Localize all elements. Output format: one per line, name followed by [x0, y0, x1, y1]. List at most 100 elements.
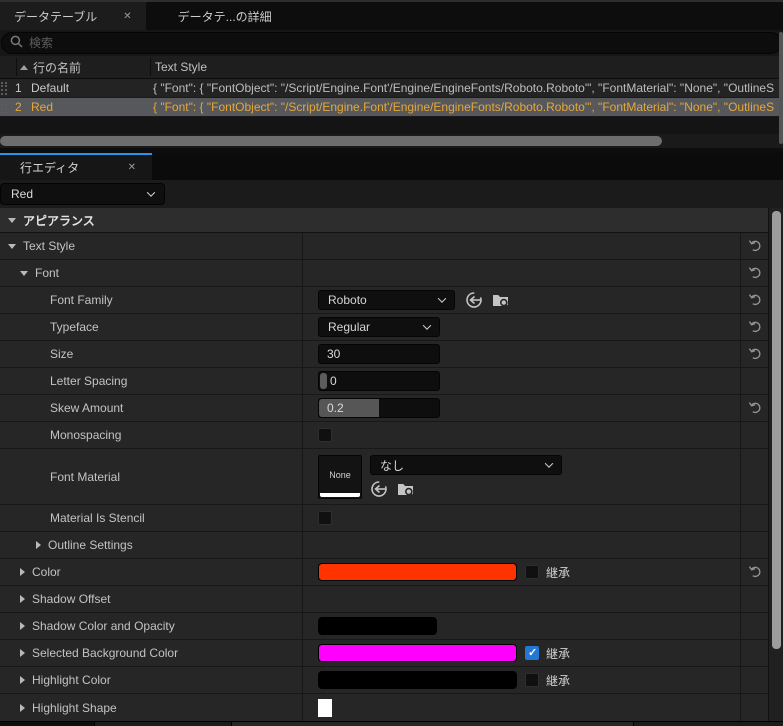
- chevron-down-icon: [422, 321, 432, 330]
- expander-right-icon[interactable]: [20, 595, 25, 603]
- details-vertical-scrollbar-thumb[interactable]: [772, 211, 781, 649]
- column-header-row-name[interactable]: 行の名前: [20, 59, 81, 76]
- expander-down-icon[interactable]: [8, 217, 16, 223]
- row-name: Default: [31, 81, 70, 95]
- reset-to-default-button[interactable]: [740, 559, 768, 585]
- highlight-inherit-checkbox[interactable]: [525, 673, 539, 687]
- color-swatch[interactable]: [318, 563, 517, 581]
- size-input[interactable]: 30: [318, 344, 440, 364]
- font-material-value: なし: [380, 458, 405, 473]
- horizontal-scrollbar[interactable]: [0, 134, 783, 148]
- close-icon[interactable]: ✕: [123, 11, 131, 22]
- material-thumbnail-color-bar: [320, 492, 360, 497]
- expander-right-icon[interactable]: [20, 649, 25, 657]
- highlight-color-swatch[interactable]: [318, 671, 517, 689]
- column-divider: [16, 58, 17, 76]
- drag-handle-icon[interactable]: [1, 100, 7, 114]
- prop-label-monospacing: Monospacing: [50, 428, 122, 442]
- expander-right-icon[interactable]: [20, 568, 25, 576]
- search-box[interactable]: [1, 32, 782, 54]
- material-thumbnail[interactable]: None: [318, 454, 362, 499]
- chevron-down-icon: [437, 294, 447, 303]
- shadow-color-swatch[interactable]: [318, 617, 437, 635]
- reset-to-default-button[interactable]: [740, 395, 768, 421]
- column-divider[interactable]: [150, 58, 151, 76]
- tab-row-editor[interactable]: 行エディタ ✕: [0, 153, 152, 180]
- prop-label-font-family: Font Family: [50, 293, 113, 307]
- typeface-dropdown[interactable]: Regular: [318, 317, 440, 337]
- typeface-value: Regular: [328, 320, 371, 334]
- chevron-down-icon: [146, 188, 156, 197]
- reset-to-default-button[interactable]: [740, 260, 768, 286]
- font-material-dropdown[interactable]: なし: [370, 455, 562, 475]
- sort-ascending-icon: [20, 64, 28, 70]
- prop-label-font: Font: [35, 266, 60, 280]
- tab-datatable[interactable]: データテーブル ✕: [0, 2, 146, 30]
- category-appearance-label: アピアランス: [23, 213, 95, 228]
- table-vertical-scrollbar[interactable]: [779, 32, 783, 144]
- reset-to-default-button[interactable]: [740, 233, 768, 259]
- close-icon[interactable]: ✕: [128, 162, 136, 173]
- tab-datatable-label: データテーブル: [14, 9, 98, 24]
- prop-label-font-material: Font Material: [50, 469, 121, 484]
- unreal-datatable-editor: データテーブル ✕ データテ...の詳細 行の名前 Text Style 1 D…: [0, 0, 783, 726]
- horizontal-scrollbar-thumb[interactable]: [0, 136, 662, 146]
- reset-to-default-button[interactable]: [740, 341, 768, 367]
- prop-row-size: Size 30: [0, 341, 768, 368]
- use-selected-asset-button[interactable]: [370, 480, 388, 498]
- highlight-shape-swatch[interactable]: [318, 698, 332, 717]
- prop-row-highlight-color: Highlight Color 継承: [0, 667, 768, 694]
- row-number: 1: [15, 81, 22, 95]
- search-input[interactable]: [29, 36, 773, 50]
- prop-label-color: Color: [32, 565, 61, 579]
- expander-right-icon[interactable]: [20, 676, 25, 684]
- expander-down-icon[interactable]: [8, 243, 16, 249]
- drag-handle-icon[interactable]: [1, 81, 7, 95]
- letter-spacing-slider-input[interactable]: 0: [318, 371, 440, 391]
- slider-handle[interactable]: [320, 373, 327, 389]
- prop-label-highlight-color: Highlight Color: [32, 673, 111, 687]
- prop-label-text-style: Text Style: [23, 239, 76, 253]
- expander-right-icon[interactable]: [20, 622, 25, 630]
- roweditor-tabbar: 行エディタ ✕: [0, 153, 783, 180]
- prop-row-letter-spacing: Letter Spacing 0: [0, 368, 768, 395]
- reset-to-default-button[interactable]: [740, 314, 768, 340]
- font-family-dropdown[interactable]: Roboto: [318, 290, 455, 310]
- table-empty-area: [0, 117, 783, 134]
- skew-amount-slider-input[interactable]: 0.2: [318, 398, 440, 418]
- expander-right-icon[interactable]: [20, 703, 25, 712]
- expander-down-icon[interactable]: [20, 270, 28, 276]
- prop-row-font-family: Font Family Roboto: [0, 287, 768, 314]
- selected-bg-color-swatch[interactable]: [318, 644, 517, 662]
- tab-datatable-details-label: データテ...の詳細: [177, 9, 272, 24]
- material-is-stencil-checkbox[interactable]: [318, 511, 332, 525]
- selected-bg-inherit-checkbox[interactable]: [525, 646, 539, 660]
- expander-right-icon[interactable]: [36, 541, 41, 549]
- prop-row-font-material: Font Material None なし: [0, 449, 768, 505]
- row-number: 2: [15, 100, 22, 114]
- details-vertical-scrollbar[interactable]: [768, 208, 783, 721]
- column-row-name-label: 行の名前: [33, 60, 82, 75]
- prop-row-font: Font: [0, 260, 768, 287]
- details-panel: アピアランス Text Style Font Font Family Robot…: [0, 208, 783, 721]
- column-header-text-style[interactable]: Text Style: [155, 60, 207, 74]
- use-selected-asset-button[interactable]: [465, 291, 483, 309]
- table-row-default[interactable]: 1 Default { "Font": { "FontObject": "/Sc…: [0, 79, 783, 98]
- color-inherit-checkbox[interactable]: [525, 565, 539, 579]
- prop-row-material-is-stencil: Material Is Stencil: [0, 505, 768, 532]
- prop-label-typeface: Typeface: [50, 320, 99, 334]
- prop-label-shadow-offset: Shadow Offset: [32, 592, 111, 606]
- table-row-red[interactable]: 2 Red { "Font": { "FontObject": "/Script…: [0, 98, 783, 117]
- category-appearance[interactable]: アピアランス: [0, 208, 768, 233]
- size-value: 30: [327, 347, 341, 361]
- browse-to-asset-button[interactable]: [492, 291, 510, 309]
- browse-to-asset-button[interactable]: [397, 480, 415, 498]
- letter-spacing-value: 0: [330, 374, 337, 388]
- tab-datatable-details[interactable]: データテ...の詳細: [164, 2, 286, 30]
- row-select-dropdown[interactable]: Red: [0, 183, 165, 205]
- row-select-value: Red: [11, 187, 34, 201]
- row-value: { "Font": { "FontObject": "/Script/Engin…: [153, 81, 775, 95]
- prop-label-material-is-stencil: Material Is Stencil: [50, 511, 145, 525]
- reset-to-default-button[interactable]: [740, 287, 768, 313]
- monospacing-checkbox[interactable]: [318, 428, 332, 442]
